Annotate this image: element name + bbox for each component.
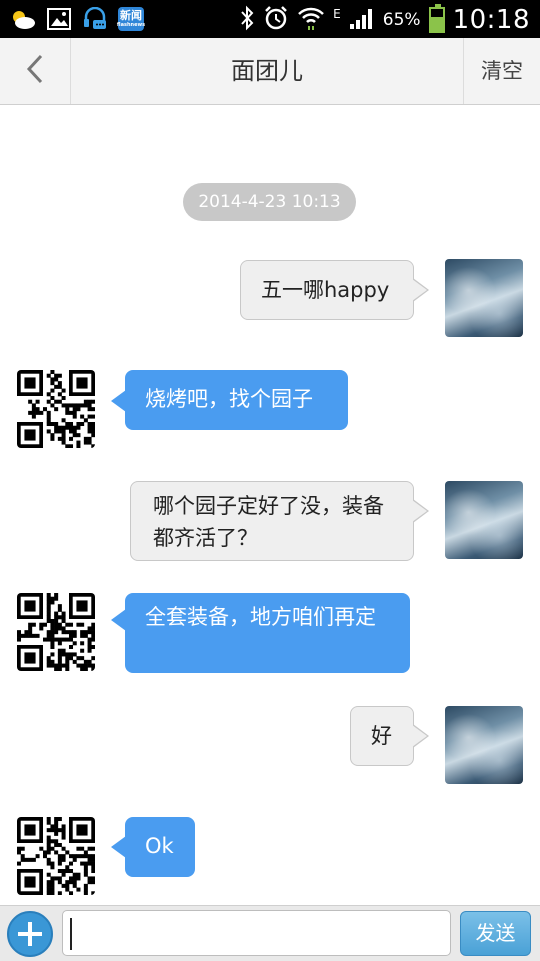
- clear-button[interactable]: 清空: [463, 38, 540, 104]
- incoming-message[interactable]: 全套装备，地方咱们再定: [125, 593, 410, 673]
- plus-button[interactable]: [7, 911, 53, 957]
- my-avatar[interactable]: [445, 259, 523, 337]
- message-text: 全套装备，地方咱们再定: [145, 605, 376, 629]
- alarm-icon: [263, 5, 289, 35]
- news-icon-sub: flashnews: [116, 21, 146, 28]
- message-text: 哪个园子定好了没，装备都齐活了？: [153, 494, 384, 550]
- chat-area[interactable]: 2014-4-23 10:13 五一哪happy 烧烤吧，找个园子 哪个园子定好…: [0, 105, 540, 905]
- contact-avatar[interactable]: [17, 593, 95, 671]
- message-text: 烧烤吧，找个园子: [145, 387, 313, 411]
- input-bar: 发送: [0, 905, 540, 961]
- contact-avatar[interactable]: [17, 370, 95, 448]
- my-avatar[interactable]: [445, 481, 523, 559]
- bluetooth-icon: [239, 5, 255, 35]
- message-text: Ok: [145, 834, 174, 858]
- signal-icon: [349, 6, 375, 34]
- gallery-icon: [46, 7, 72, 31]
- outgoing-message[interactable]: 好: [350, 706, 414, 766]
- outgoing-message[interactable]: 五一哪happy: [240, 260, 414, 320]
- battery-percent: 65%: [382, 10, 421, 30]
- contact-avatar[interactable]: [17, 817, 95, 895]
- page-title: 面团儿: [231, 57, 303, 85]
- incoming-message[interactable]: 烧烤吧，找个园子: [125, 370, 348, 430]
- outgoing-message[interactable]: 哪个园子定好了没，装备都齐活了？: [130, 481, 414, 561]
- status-bar: 新闻 flashnews E 65% 10:18: [0, 0, 540, 38]
- back-button[interactable]: [0, 38, 71, 104]
- text-cursor: [70, 918, 72, 950]
- timestamp-badge: 2014-4-23 10:13: [183, 183, 356, 221]
- message-text: 五一哪happy: [261, 278, 390, 302]
- wifi-icon: [297, 5, 325, 35]
- title-bar: 面团儿 清空: [0, 38, 540, 105]
- incoming-message[interactable]: Ok: [125, 817, 195, 877]
- clock-time: 10:18: [452, 5, 530, 35]
- headset-chat-icon: [82, 7, 108, 31]
- news-icon-label: 新闻: [120, 8, 142, 22]
- send-button[interactable]: 发送: [460, 911, 531, 956]
- message-input[interactable]: [62, 910, 451, 956]
- battery-icon: [428, 4, 445, 33]
- network-type: E: [333, 7, 341, 21]
- chevron-left-icon: [25, 54, 45, 88]
- news-app-icon: 新闻 flashnews: [116, 7, 146, 31]
- weather-icon: [10, 7, 36, 31]
- my-avatar[interactable]: [445, 706, 523, 784]
- message-text: 好: [371, 724, 392, 748]
